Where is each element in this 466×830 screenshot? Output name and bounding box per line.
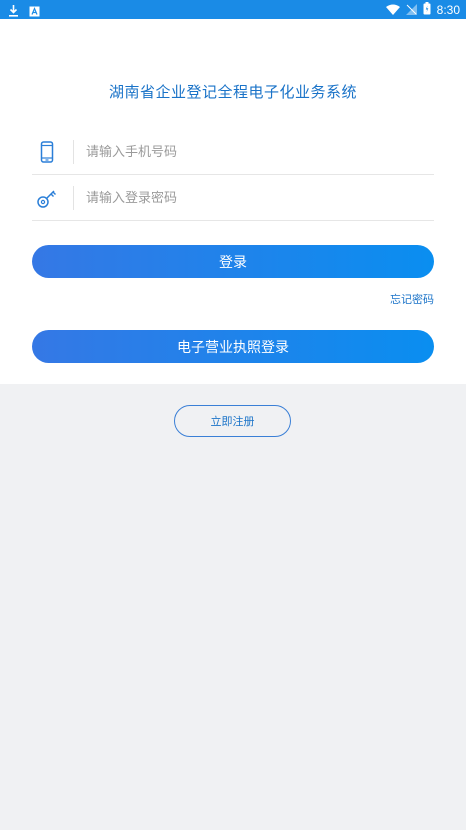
phone-input[interactable] bbox=[86, 130, 426, 174]
login-card: 湖南省企业登记全程电子化业务系统 登录 忘记密码 电子营 bbox=[0, 19, 466, 384]
register-button[interactable]: 立即注册 bbox=[174, 405, 291, 437]
phone-field bbox=[32, 130, 434, 175]
e-license-login-button[interactable]: 电子营业执照登录 bbox=[32, 330, 434, 363]
password-input[interactable] bbox=[86, 176, 426, 220]
forgot-password-link[interactable]: 忘记密码 bbox=[390, 291, 434, 307]
page-title: 湖南省企业登记全程电子化业务系统 bbox=[108, 83, 357, 101]
field-divider bbox=[73, 140, 74, 164]
wifi-icon bbox=[385, 0, 400, 19]
status-time: 8:30 bbox=[436, 2, 460, 17]
phone-icon bbox=[36, 140, 58, 164]
battery-icon bbox=[423, 0, 431, 19]
password-field bbox=[32, 176, 434, 221]
key-icon bbox=[36, 186, 58, 210]
field-divider bbox=[73, 186, 74, 210]
login-button[interactable]: 登录 bbox=[32, 245, 434, 278]
no-signal-icon bbox=[405, 0, 417, 19]
status-bar: 8:30 bbox=[0, 0, 466, 19]
